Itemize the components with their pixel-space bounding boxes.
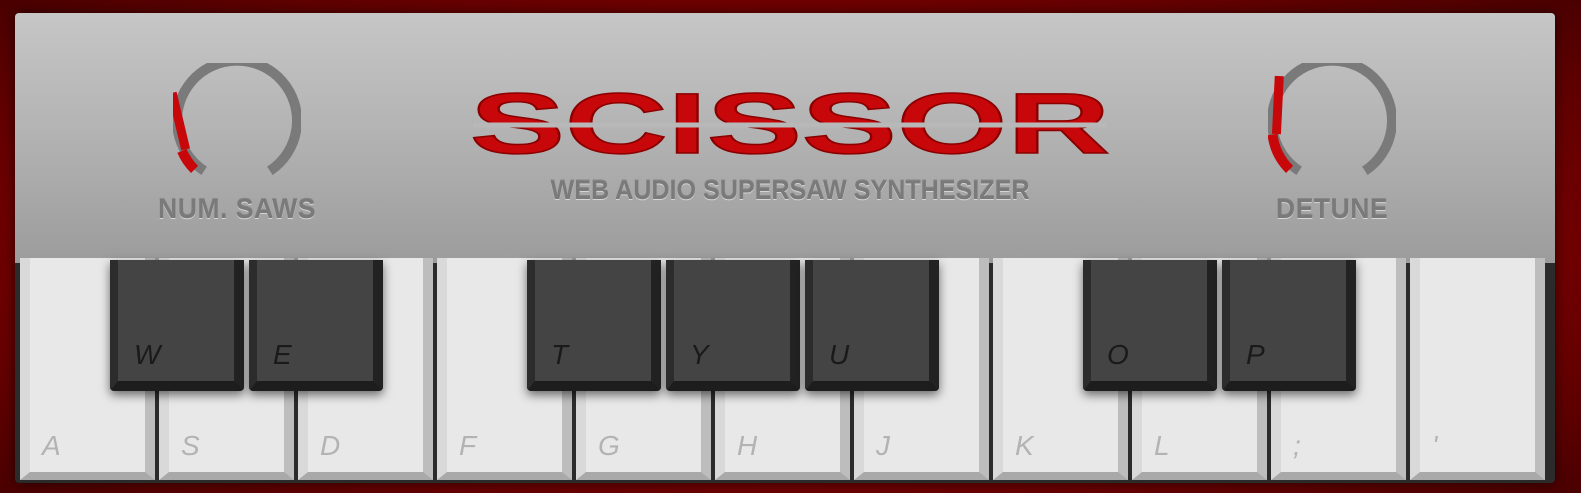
key-label: ' — [1432, 430, 1438, 461]
key-label: U — [829, 339, 850, 370]
key-label: Y — [690, 339, 709, 370]
key-label: P — [1246, 339, 1265, 370]
key-label: J — [876, 430, 890, 461]
key-label: ; — [1293, 430, 1301, 461]
key-label: D — [320, 430, 341, 461]
key-label: S — [181, 430, 200, 461]
control-panel: NUM. SAWS SCISSOR WEB AUDIO SUPERSAW SYN… — [15, 13, 1555, 263]
key-label: H — [737, 430, 758, 461]
key-label: L — [1154, 430, 1170, 461]
subtitle: WEB AUDIO SUPERSAW SYNTHESIZER — [550, 175, 1030, 205]
key-label: E — [273, 339, 292, 370]
key-label: W — [134, 339, 161, 370]
title-block: SCISSOR WEB AUDIO SUPERSAW SYNTHESIZER — [455, 85, 1125, 206]
key-label: K — [1015, 430, 1034, 461]
black-key-u[interactable]: U — [805, 260, 939, 391]
synth-panel: NUM. SAWS SCISSOR WEB AUDIO SUPERSAW SYN… — [15, 13, 1555, 483]
knob-value-arc — [1268, 133, 1294, 173]
key-label: T — [551, 339, 569, 370]
keyboard: A S D F G H J K L ; ' W E T Y U O P — [15, 258, 1555, 483]
black-key-e[interactable]: E — [249, 260, 383, 391]
black-key-p[interactable]: P — [1222, 260, 1356, 391]
num-saws-knob[interactable] — [173, 63, 301, 191]
detune-label: DETUNE — [1275, 193, 1389, 224]
black-key-o[interactable]: O — [1083, 260, 1217, 391]
detune-control: DETUNE — [1242, 63, 1422, 225]
key-label: G — [598, 430, 620, 461]
detune-knob[interactable] — [1268, 63, 1396, 191]
knob-track — [173, 63, 301, 176]
black-key-w[interactable]: W — [110, 260, 244, 391]
black-key-y[interactable]: Y — [666, 260, 800, 391]
key-label: A — [42, 430, 61, 461]
key-label: O — [1107, 339, 1129, 370]
scissor-logo: SCISSOR — [469, 85, 1111, 161]
num-saws-label: NUM. SAWS — [158, 193, 316, 224]
key-label: F — [459, 430, 477, 461]
knob-track — [1268, 63, 1396, 176]
white-key-quote[interactable]: ' — [1410, 258, 1545, 480]
knob-indicator — [1271, 75, 1284, 135]
black-key-t[interactable]: T — [527, 260, 661, 391]
num-saws-control: NUM. SAWS — [147, 63, 327, 225]
